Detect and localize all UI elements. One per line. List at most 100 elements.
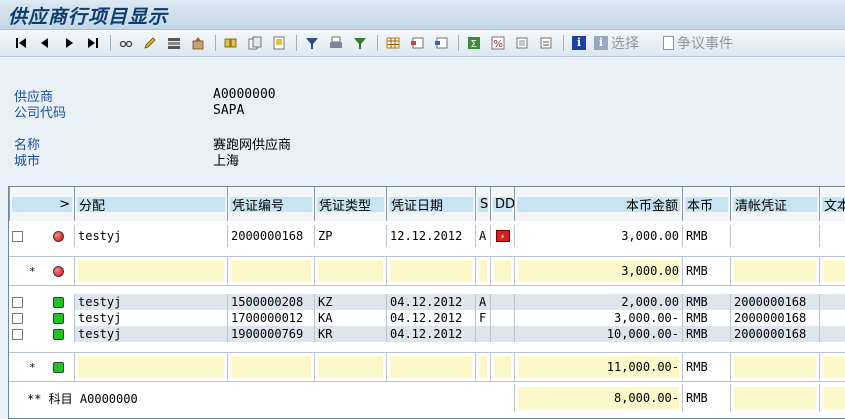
doc-type-cell: ZP <box>314 225 386 247</box>
doc-date-cell: 04.12.2012 <box>386 326 475 342</box>
toolbar-separator <box>377 35 378 51</box>
status-green-icon <box>53 296 64 308</box>
col-doc-type-label: 凭证类型 <box>317 196 384 214</box>
text-cell <box>819 310 845 326</box>
glasses-icon[interactable] <box>117 34 135 52</box>
find-icon[interactable] <box>222 34 240 52</box>
attachment-icon[interactable] <box>537 34 555 52</box>
col-select-all[interactable]: > <box>9 187 74 221</box>
row-checkbox[interactable] <box>12 312 23 324</box>
col-status[interactable]: S <box>475 187 490 221</box>
find-next-icon[interactable] <box>246 34 264 52</box>
table-row[interactable]: testyj 2000000168 ZP 12.12.2012 A ⚡ 3,00… <box>9 225 845 247</box>
doc-date-cell: 04.12.2012 <box>386 310 475 326</box>
clearing-doc-cell[interactable]: 2000000168 <box>730 294 819 310</box>
text-cell <box>819 225 845 247</box>
clearing-doc-cell[interactable]: 2000000168 <box>730 326 819 342</box>
row-checkbox[interactable] <box>12 230 23 242</box>
table-row[interactable]: testyj 1900000769 KR 04.12.2012 10,000.0… <box>9 326 845 342</box>
assignment-cell: testyj <box>74 225 227 247</box>
col-assignment[interactable]: 分配 <box>74 187 227 221</box>
subtotal-icon[interactable]: % <box>489 34 507 52</box>
sum-filter-icon[interactable] <box>351 34 369 52</box>
details-icon[interactable] <box>270 34 288 52</box>
subtotal-amount: 3,000.00 <box>621 264 679 278</box>
table-row[interactable]: testyj 1500000208 KZ 04.12.2012 A 2,000.… <box>9 294 845 310</box>
status-green-icon <box>53 361 64 373</box>
line-item-grid: > 分配 凭证编号 凭证类型 凭证日期 S DD 本币金额 本币 清帐凭证 文本… <box>8 186 845 419</box>
status-cell: F <box>475 310 490 326</box>
doc-type-cell: KZ <box>314 294 386 310</box>
text-cell <box>819 326 845 342</box>
col-doc-number[interactable]: 凭证编号 <box>227 187 314 221</box>
account-total-amount: 8,000.00- <box>613 391 679 405</box>
clearing-doc-cell[interactable]: 2000000168 <box>730 310 819 326</box>
edit-doc-icon[interactable] <box>189 34 207 52</box>
col-doc-type[interactable]: 凭证类型 <box>314 187 386 221</box>
save-layout-icon[interactable] <box>432 34 450 52</box>
amount-cell: 3,000.00- <box>514 310 682 326</box>
text-cell <box>819 294 845 310</box>
subtotal-row-cleared[interactable]: * 11,000.00- RMB <box>9 352 845 382</box>
amount-cell: 3,000.00 <box>514 225 682 247</box>
select-label: 选择 <box>611 36 639 52</box>
col-amount[interactable]: 本币金额 <box>514 187 682 221</box>
dd-icon[interactable]: ⚡ <box>495 230 510 242</box>
dd-cell <box>490 326 514 342</box>
doc-number-cell[interactable]: 1700000012 <box>227 310 314 326</box>
col-doc-date-label: 凭证日期 <box>389 196 473 214</box>
col-assignment-label: 分配 <box>77 196 225 214</box>
col-currency[interactable]: 本币 <box>682 187 730 221</box>
filter-icon[interactable] <box>303 34 321 52</box>
col-doc-date[interactable]: 凭证日期 <box>386 187 475 221</box>
last-page-icon[interactable] <box>84 34 102 52</box>
dispute-case-button[interactable]: 争议事件 <box>663 33 733 53</box>
pencil-icon[interactable] <box>141 34 159 52</box>
subtotal-star: * <box>29 264 36 278</box>
subtotal-currency: RMB <box>686 264 708 278</box>
document-icon <box>663 36 674 50</box>
doc-type-cell: KA <box>314 310 386 326</box>
svg-text:%: % <box>494 39 504 50</box>
select-button[interactable]: i 选择 <box>594 33 639 53</box>
doc-number-cell[interactable]: 1900000769 <box>227 326 314 342</box>
col-amount-label: 本币金额 <box>517 196 680 214</box>
doc-number-cell[interactable]: 2000000168 <box>227 225 314 247</box>
doc-number-cell[interactable]: 1500000208 <box>227 294 314 310</box>
col-clearing-doc[interactable]: 清帐凭证 <box>730 187 819 221</box>
doc-date-cell: 12.12.2012 <box>386 225 475 247</box>
status-green-icon <box>53 328 64 340</box>
print-icon[interactable] <box>327 34 345 52</box>
previous-page-icon[interactable] <box>36 34 54 52</box>
page-title: 供应商行项目显示 <box>8 6 169 28</box>
col-text-label: 文本 <box>822 196 845 214</box>
choose-layout-icon[interactable] <box>408 34 426 52</box>
mass-change-icon[interactable] <box>165 34 183 52</box>
table-row[interactable]: testyj 1700000012 KA 04.12.2012 F 3,000.… <box>9 310 845 326</box>
account-total-row[interactable]: ** 科目 A0000000 8,000.00- RMB <box>9 384 845 412</box>
next-page-icon[interactable] <box>60 34 78 52</box>
toolbar-separator <box>458 35 459 51</box>
subtotal-currency: RMB <box>686 360 708 374</box>
row-checkbox[interactable] <box>12 296 23 308</box>
info-icon[interactable]: i <box>570 34 588 52</box>
toolbar-separator <box>110 35 111 51</box>
status-red-icon <box>53 230 64 242</box>
export-icon[interactable] <box>513 34 531 52</box>
row-checkbox[interactable] <box>12 328 23 340</box>
first-page-icon[interactable] <box>12 34 30 52</box>
amount-cell: 10,000.00- <box>514 326 682 342</box>
layout-grid-icon[interactable] <box>384 34 402 52</box>
toolbar-separator <box>563 35 564 51</box>
vendor-value: A0000000 <box>213 87 276 102</box>
sum-icon[interactable]: Σ <box>465 34 483 52</box>
col-dd[interactable]: DD <box>490 187 514 221</box>
dd-cell <box>490 310 514 326</box>
amount-cell: 2,000.00 <box>514 294 682 310</box>
col-text[interactable]: 文本 <box>819 187 845 221</box>
subtotal-row-open[interactable]: * 3,000.00 RMB <box>9 256 845 286</box>
toolbar-separator <box>215 35 216 51</box>
col-currency-label: 本币 <box>685 196 728 214</box>
doc-date-cell: 04.12.2012 <box>386 294 475 310</box>
company-code-value: SAPA <box>213 103 245 118</box>
